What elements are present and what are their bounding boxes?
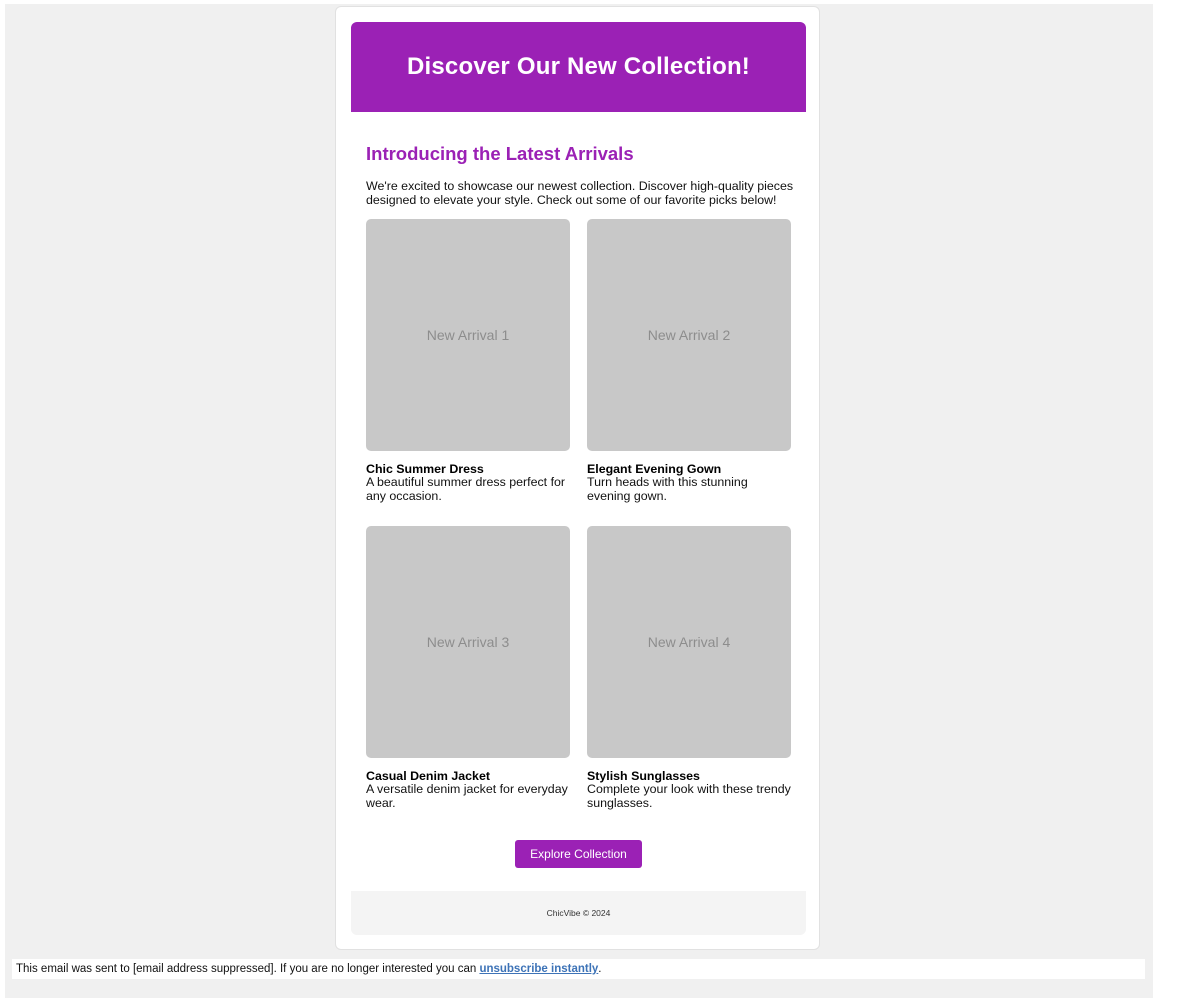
product-description-2: Turn heads with this stunning evening go… <box>587 475 748 503</box>
product-name-4: Stylish Sunglasses <box>587 769 700 783</box>
notice-prefix: This email was sent to [email address su… <box>16 963 480 975</box>
product-card-2: New Arrival 2 Elegant Evening Gown Turn … <box>587 219 791 503</box>
product-image-3: New Arrival 3 <box>366 526 570 758</box>
product-image-4: New Arrival 4 <box>587 526 791 758</box>
product-card-1: New Arrival 1 Chic Summer Dress A beauti… <box>366 219 570 503</box>
product-name-3: Casual Denim Jacket <box>366 769 490 783</box>
product-description-3: A versatile denim jacket for everyday we… <box>366 782 568 810</box>
intro-text: We're excited to showcase our newest col… <box>366 179 794 207</box>
unsubscribe-notice: This email was sent to [email address su… <box>12 959 1145 979</box>
explore-collection-button[interactable]: Explore Collection <box>515 840 642 868</box>
footer-copyright: ChicVibe © 2024 <box>546 908 611 918</box>
product-description-1: A beautiful summer dress perfect for any… <box>366 475 566 503</box>
product-image-1: New Arrival 1 <box>366 219 570 451</box>
unsubscribe-link[interactable]: unsubscribe instantly <box>479 963 598 975</box>
product-name-1: Chic Summer Dress <box>366 462 484 476</box>
product-description-4: Complete your look with these trendy sun… <box>587 782 791 810</box>
hero-banner: Discover Our New Collection! <box>351 22 806 112</box>
email-card: Discover Our New Collection! Introducing… <box>335 6 820 950</box>
notice-suffix: . <box>598 963 602 975</box>
hero-title: Discover Our New Collection! <box>406 53 750 80</box>
product-image-2: New Arrival 2 <box>587 219 791 451</box>
email-footer: ChicVibe © 2024 <box>351 891 806 935</box>
section-title: Introducing the Latest Arrivals <box>366 143 634 164</box>
product-name-2: Elegant Evening Gown <box>587 462 722 476</box>
product-card-4: New Arrival 4 Stylish Sunglasses Complet… <box>587 526 791 810</box>
product-card-3: New Arrival 3 Casual Denim Jacket A vers… <box>366 526 570 810</box>
